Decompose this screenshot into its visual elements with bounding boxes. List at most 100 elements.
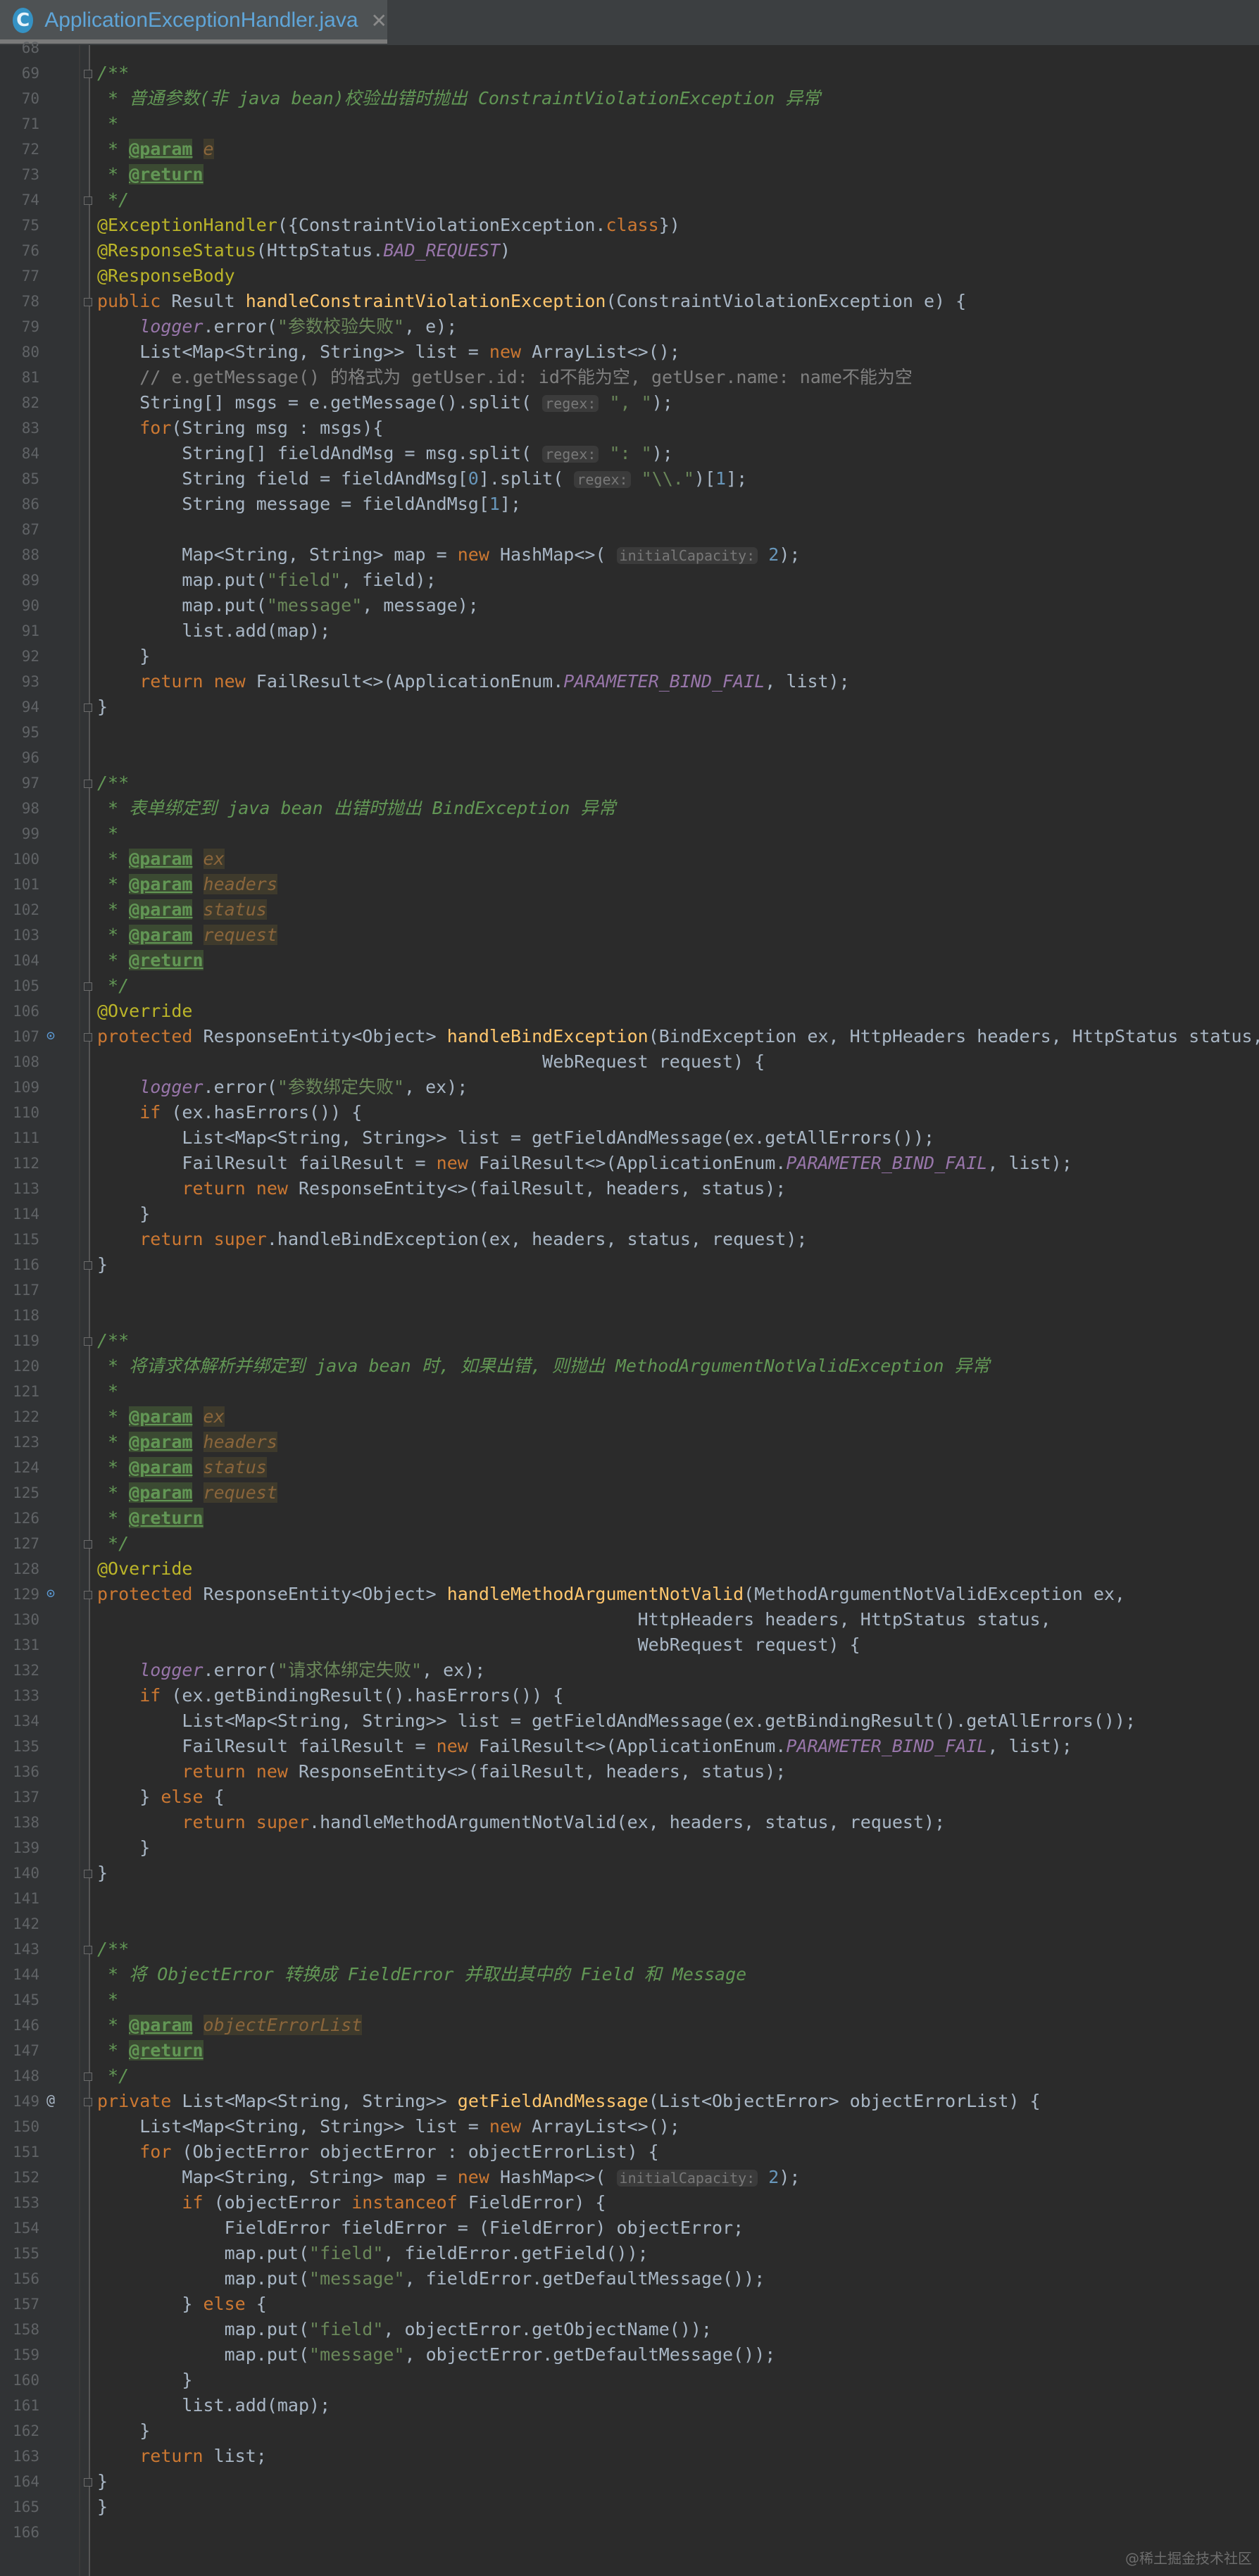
code-line[interactable]: * @return <box>97 1506 203 1531</box>
code-line[interactable]: String field = fieldAndMsg[0].split( reg… <box>97 466 747 492</box>
code-line[interactable]: logger.error("请求体绑定失败", ex); <box>97 1658 485 1683</box>
code-line[interactable]: @ResponseBody <box>97 263 235 289</box>
code-editor[interactable]: 68 69 /** 70 * 普通参数(非 java bean)校验出错时抛出 Con… <box>0 39 1259 2576</box>
fold-marker-icon[interactable] <box>84 2098 92 2106</box>
code-line[interactable]: */ <box>97 1531 129 1556</box>
fold-marker-icon[interactable] <box>84 780 92 788</box>
code-line[interactable]: * <box>97 1379 118 1404</box>
code-line[interactable]: FailResult failResult = new FailResult<>… <box>97 1734 1072 1759</box>
code-line[interactable]: * @return <box>97 2038 203 2063</box>
code-line[interactable]: List<Map<String, String>> list = getFiel… <box>97 1708 1136 1734</box>
code-line[interactable]: logger.error("参数校验失败", e); <box>97 314 457 339</box>
code-line[interactable]: Map<String, String> map = new HashMap<>(… <box>97 2165 800 2191</box>
code-line[interactable]: * @param status <box>97 897 267 923</box>
code-line[interactable]: } <box>97 644 150 669</box>
code-line[interactable]: * 表单绑定到 java bean 出错时抛出 BindException 异常 <box>97 796 615 821</box>
code-line[interactable]: return new ResponseEntity<>(failResult, … <box>97 1759 786 1784</box>
code-line[interactable]: * @param objectErrorList <box>97 2013 363 2038</box>
code-line[interactable]: Map<String, String> map = new HashMap<>(… <box>97 542 800 568</box>
code-line[interactable]: return new FailResult<>(ApplicationEnum.… <box>97 669 849 694</box>
code-line[interactable]: * @param request <box>97 923 277 948</box>
code-line[interactable]: * @param headers <box>97 872 277 897</box>
code-line[interactable]: * @param ex <box>97 1404 225 1430</box>
code-line[interactable]: public Result handleConstraintViolationE… <box>97 289 966 314</box>
code-line[interactable]: for (ObjectError objectError : objectErr… <box>97 2139 659 2165</box>
code-line[interactable]: map.put("field", field); <box>97 568 436 593</box>
code-line[interactable]: } <box>97 1252 108 1277</box>
code-line[interactable]: // e.getMessage() 的格式为 getUser.id: id不能为… <box>97 365 913 390</box>
code-line[interactable]: } <box>97 694 108 720</box>
override-icon[interactable]: ⊙ <box>46 1584 55 1601</box>
code-line[interactable]: * @return <box>97 948 203 973</box>
code-line[interactable]: * @return <box>97 162 203 187</box>
fold-marker-icon[interactable] <box>84 70 92 78</box>
fold-marker-icon[interactable] <box>84 298 92 306</box>
code-line[interactable]: } <box>97 2469 108 2494</box>
code-line[interactable]: list.add(map); <box>97 618 330 644</box>
code-line[interactable]: * @param headers <box>97 1430 277 1455</box>
code-line[interactable]: * 将请求体解析并绑定到 java bean 时, 如果出错, 则抛出 Meth… <box>97 1353 990 1379</box>
code-line[interactable]: for(String msg : msgs){ <box>97 415 383 441</box>
code-line[interactable]: map.put("message", fieldError.getDefault… <box>97 2266 765 2291</box>
close-icon[interactable]: ✕ <box>371 9 387 32</box>
code-line[interactable]: } else { <box>97 1784 224 1810</box>
fold-marker-icon[interactable] <box>84 1870 92 1878</box>
tab-application-exception-handler[interactable]: C ApplicationExceptionHandler.java ✕ <box>0 0 387 44</box>
code-line[interactable]: } <box>97 1201 150 1227</box>
code-line[interactable]: return super.handleMethodArgumentNotVali… <box>97 1810 945 1835</box>
fold-marker-icon[interactable] <box>84 2478 92 2487</box>
code-line[interactable]: * <box>97 1987 118 2013</box>
code-line[interactable]: */ <box>97 973 129 999</box>
override-icon[interactable]: ⊙ <box>46 1027 55 1044</box>
code-line[interactable]: } <box>97 2418 150 2444</box>
code-line[interactable]: * <box>97 821 118 846</box>
code-line[interactable]: List<Map<String, String>> list = getFiel… <box>97 1125 934 1151</box>
code-line[interactable]: * 普通参数(非 java bean)校验出错时抛出 ConstraintVio… <box>97 86 820 111</box>
code-line[interactable]: * 将 ObjectError 转换成 FieldError 并取出其中的 Fi… <box>97 1962 746 1987</box>
fold-marker-icon[interactable] <box>84 1946 92 1954</box>
code-line[interactable]: if (ex.hasErrors()) { <box>97 1100 362 1125</box>
code-line[interactable]: @ResponseStatus(HttpStatus.BAD_REQUEST) <box>97 238 511 263</box>
code-line[interactable]: String[] msgs = e.getMessage().split( re… <box>97 390 673 416</box>
code-line[interactable]: } <box>97 2368 192 2393</box>
code-line[interactable]: HttpHeaders headers, HttpStatus status, <box>97 1607 1051 1632</box>
code-line[interactable]: List<Map<String, String>> list = new Arr… <box>97 2114 680 2139</box>
code-line[interactable]: return new ResponseEntity<>(failResult, … <box>97 1176 786 1201</box>
code-line[interactable]: /** <box>97 1328 129 1353</box>
code-line[interactable]: /** <box>97 1937 129 1962</box>
code-line[interactable]: private List<Map<String, String>> getFie… <box>97 2089 1041 2114</box>
code-line[interactable]: if (ex.getBindingResult().hasErrors()) { <box>97 1683 563 1708</box>
code-line[interactable]: /** <box>97 61 129 86</box>
code-line[interactable]: } <box>97 2494 108 2520</box>
fold-marker-icon[interactable] <box>84 1033 92 1042</box>
fold-marker-icon[interactable] <box>84 1540 92 1549</box>
fold-marker-icon[interactable] <box>84 1337 92 1346</box>
code-line[interactable]: } <box>97 1835 150 1861</box>
code-line[interactable]: @Override <box>97 999 192 1024</box>
code-line[interactable]: /** <box>97 770 129 796</box>
code-line[interactable]: map.put("field", objectError.getObjectNa… <box>97 2317 712 2342</box>
fold-marker-icon[interactable] <box>84 1261 92 1270</box>
code-line[interactable]: @Override <box>97 1556 192 1582</box>
code-line[interactable]: map.put("field", fieldError.getField()); <box>97 2241 649 2266</box>
code-line[interactable]: FieldError fieldError = (FieldError) obj… <box>97 2215 744 2241</box>
code-line[interactable]: * <box>97 111 118 137</box>
code-line[interactable]: */ <box>97 187 129 213</box>
code-line[interactable]: return list; <box>97 2444 267 2469</box>
code-line[interactable]: @ExceptionHandler({ConstraintViolationEx… <box>97 213 680 238</box>
code-line[interactable]: String message = fieldAndMsg[1]; <box>97 492 521 517</box>
fold-marker-icon[interactable] <box>84 982 92 991</box>
code-line[interactable]: * @param status <box>97 1455 267 1480</box>
code-line[interactable]: return super.handleBindException(ex, hea… <box>97 1227 807 1252</box>
code-line[interactable]: } <box>97 1861 108 1886</box>
code-line[interactable]: map.put("message", message); <box>97 593 478 618</box>
code-line[interactable]: WebRequest request) { <box>97 1049 765 1075</box>
code-line[interactable]: List<Map<String, String>> list = new Arr… <box>97 339 680 365</box>
code-line[interactable]: logger.error("参数绑定失败", ex); <box>97 1075 468 1100</box>
code-line[interactable]: WebRequest request) { <box>97 1632 860 1658</box>
code-line[interactable]: String[] fieldAndMsg = msg.split( regex:… <box>97 441 672 467</box>
code-line[interactable]: * @param ex <box>97 846 225 872</box>
fold-marker-icon[interactable] <box>84 2072 92 2081</box>
fold-marker-icon[interactable] <box>84 196 92 205</box>
code-line[interactable]: } else { <box>97 2291 266 2317</box>
